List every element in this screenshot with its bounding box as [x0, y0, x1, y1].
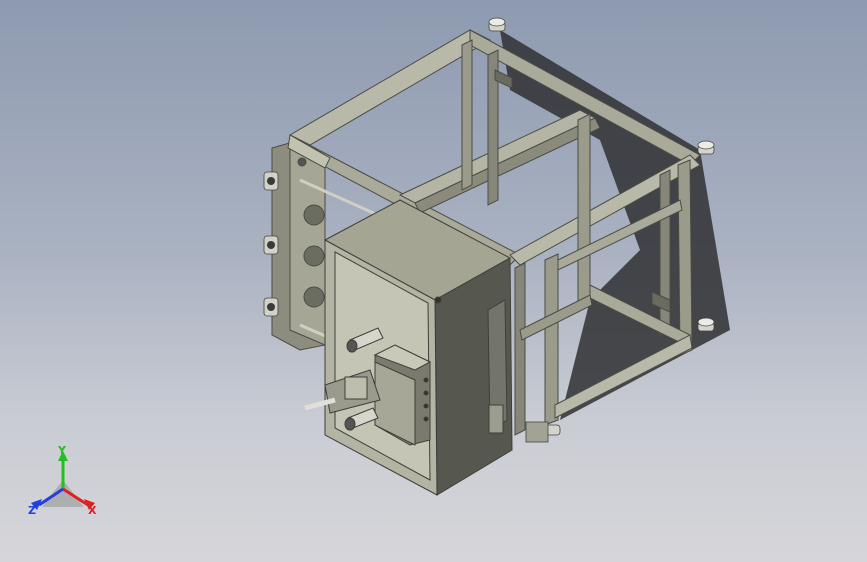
graphics-viewport[interactable]: Y X Z — [0, 0, 867, 562]
foot-right-bottom[interactable] — [697, 317, 715, 332]
frame-inner-top-beam — [414, 117, 601, 214]
knob-2[interactable] — [263, 235, 279, 255]
knob-1[interactable] — [263, 171, 279, 191]
plate-hole-3 — [303, 286, 325, 308]
cylinder-cap — [344, 376, 368, 400]
left-side-plate[interactable] — [271, 134, 331, 351]
3d-model-view[interactable] — [0, 0, 867, 562]
triad-label-z: Z — [28, 504, 36, 517]
foot-rear[interactable] — [488, 17, 506, 32]
model-shadow — [500, 30, 730, 420]
block-bolt-3 — [423, 403, 429, 409]
enclosure-slot-latch[interactable] — [488, 404, 504, 434]
reference-triad[interactable]: Y X Z — [20, 445, 110, 525]
plate-hole-2 — [303, 245, 325, 267]
block-bolt-1 — [423, 377, 429, 383]
knob-3[interactable] — [263, 297, 279, 317]
frame-post-right — [677, 159, 693, 356]
block-bolt-4 — [423, 416, 429, 422]
triad-label-x: X — [88, 504, 97, 517]
enclosure-screw — [434, 296, 442, 304]
frame-top-rear-beam — [288, 29, 492, 146]
frame-post-middle — [577, 113, 591, 306]
frame-post-front — [544, 253, 559, 426]
foot-right-top[interactable] — [697, 140, 715, 155]
foot-front[interactable] — [525, 421, 561, 443]
plate-bolt-top — [297, 157, 307, 167]
frame-post-front-2 — [514, 262, 526, 436]
triad-label-y: Y — [58, 444, 66, 457]
plate-hole-1 — [303, 204, 325, 226]
frame-post-rear — [461, 39, 473, 191]
block-bolt-2 — [423, 390, 429, 396]
